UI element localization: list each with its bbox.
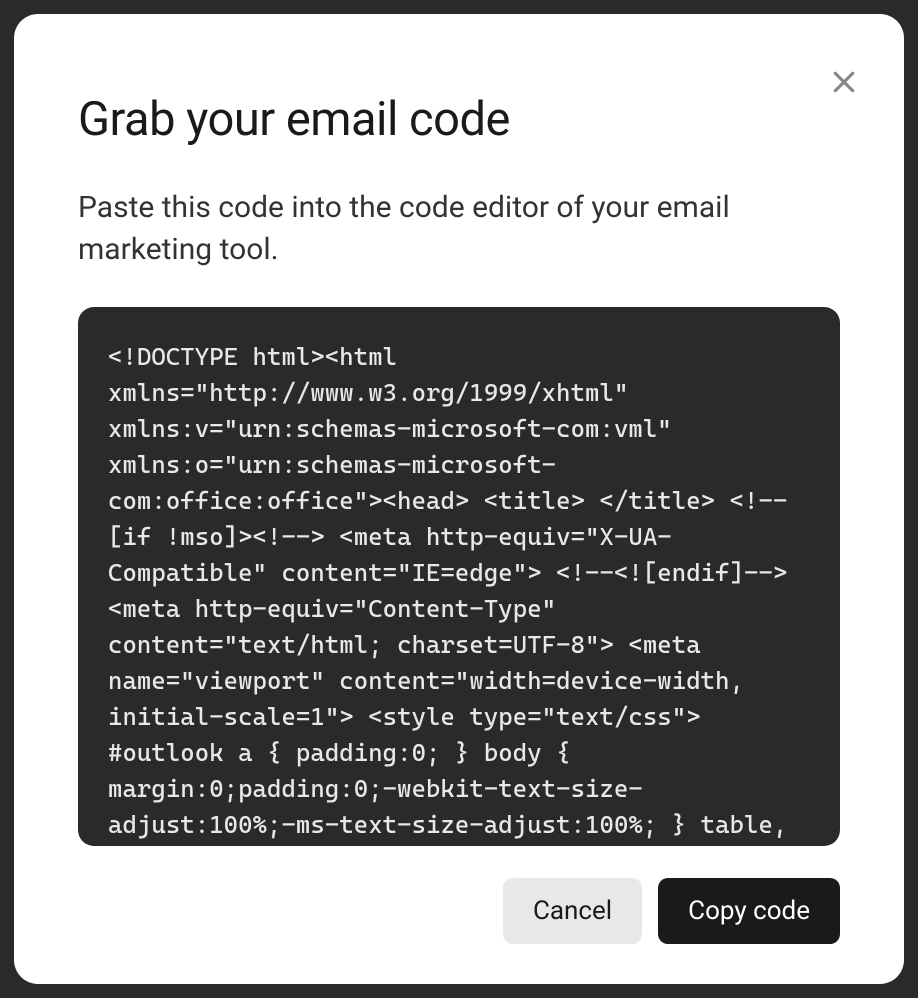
code-content: <!DOCTYPE html><html xmlns="http://www.w… (108, 339, 810, 843)
modal-title: Grab your email code (78, 92, 840, 147)
copy-code-button[interactable]: Copy code (658, 878, 840, 944)
close-icon (829, 67, 859, 97)
email-code-modal: Grab your email code Paste this code int… (14, 14, 904, 984)
modal-description: Paste this code into the code editor of … (78, 187, 840, 271)
cancel-button[interactable]: Cancel (503, 878, 642, 944)
code-block[interactable]: <!DOCTYPE html><html xmlns="http://www.w… (78, 307, 840, 846)
close-button[interactable] (824, 62, 864, 102)
button-row: Cancel Copy code (78, 878, 840, 944)
